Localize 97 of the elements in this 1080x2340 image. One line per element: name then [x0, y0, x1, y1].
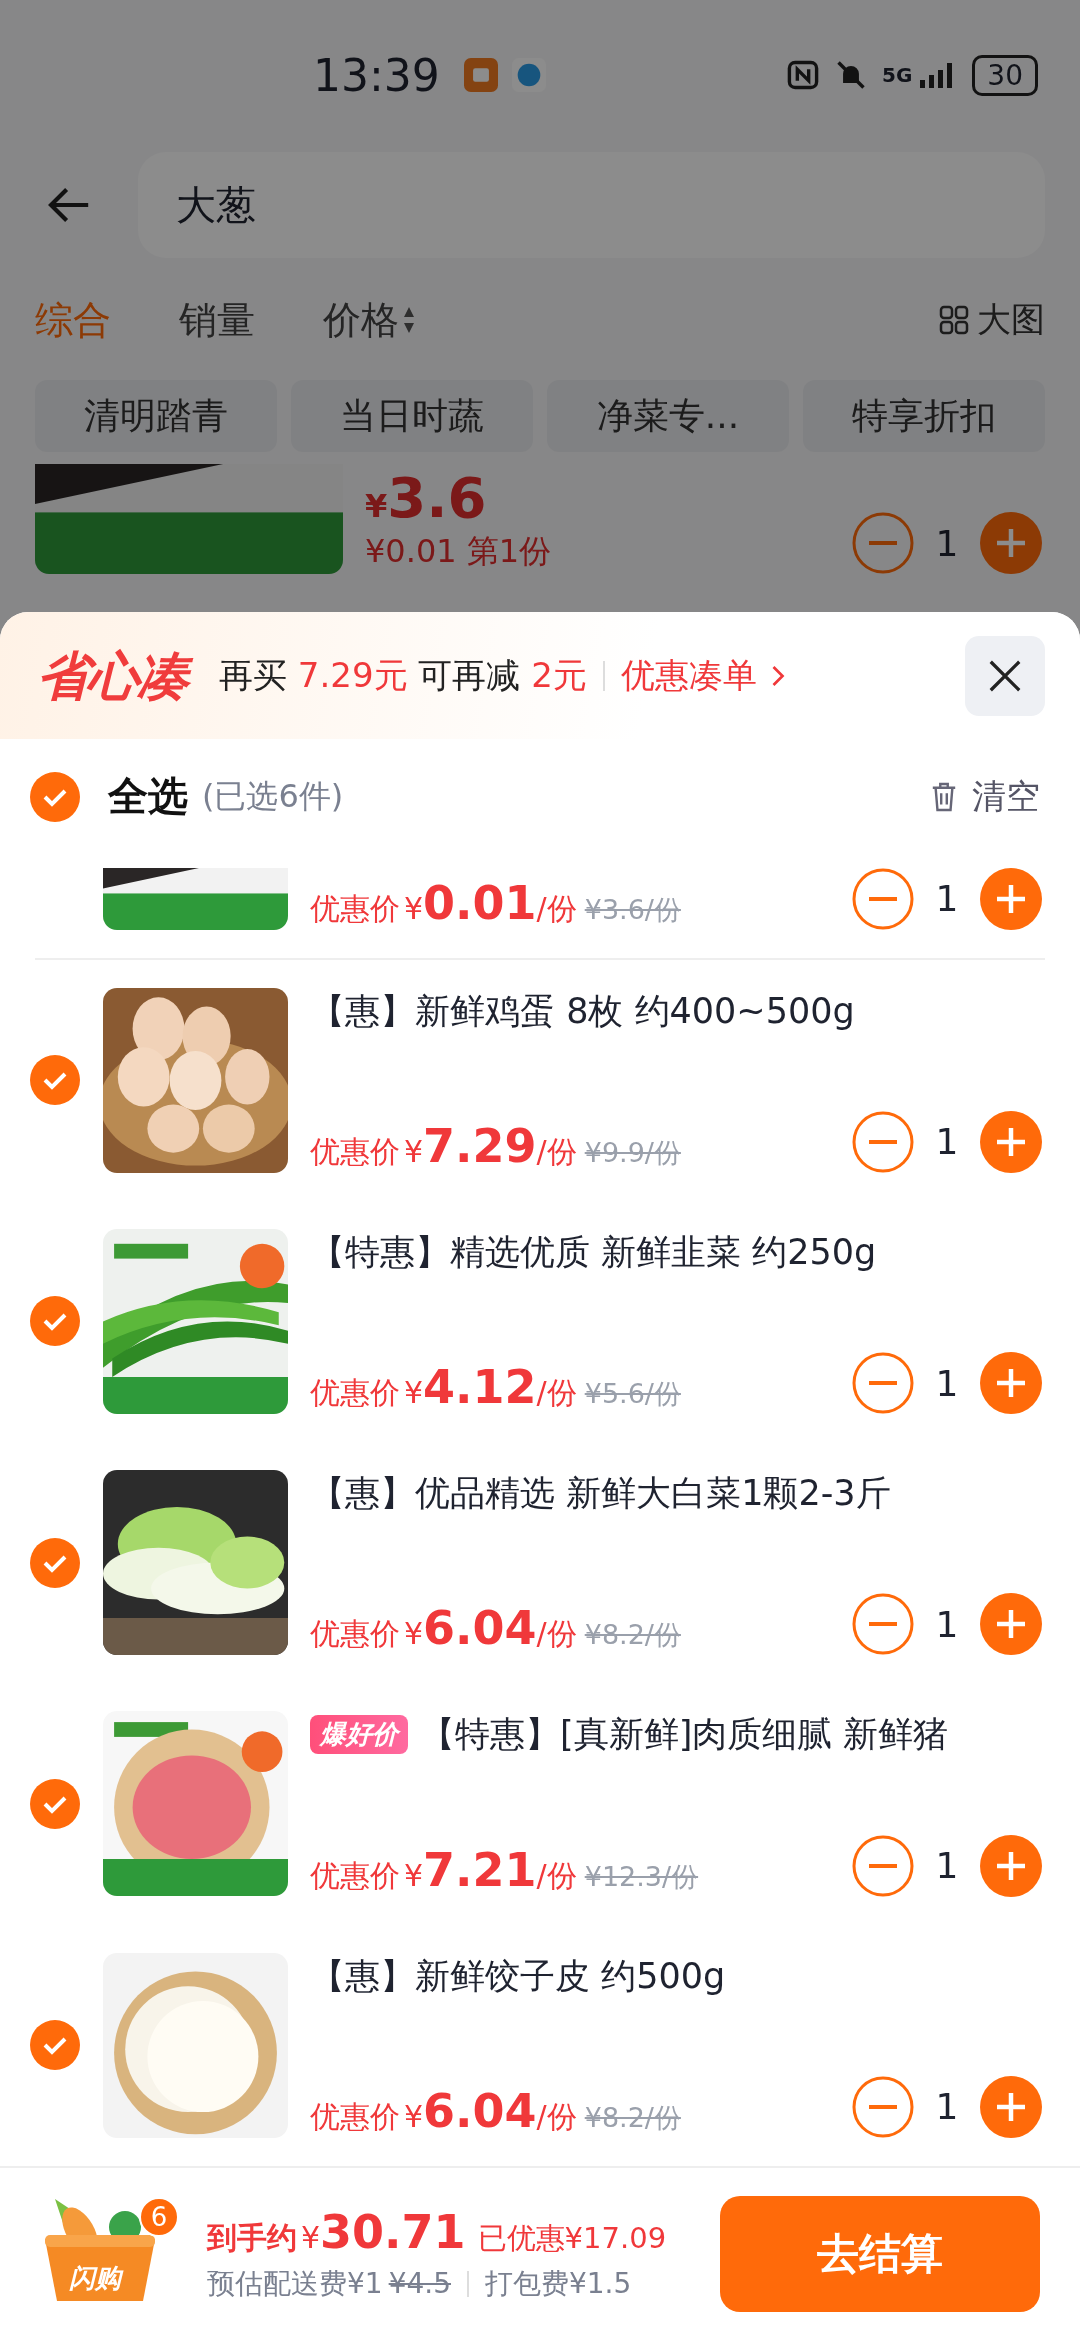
coupon-link[interactable]: 优惠凑单 — [620, 652, 757, 699]
minus-icon[interactable] — [852, 512, 914, 574]
minus-icon[interactable] — [852, 1593, 914, 1656]
original-price: ¥5.6/份 — [584, 1377, 681, 1412]
clear-button[interactable]: 清空 — [972, 773, 1040, 820]
sort-tab[interactable]: 价格 — [323, 294, 415, 346]
first-item-price: ¥0.01 第1份 — [365, 530, 552, 572]
price-label: 优惠价 — [310, 1374, 400, 1413]
product-title[interactable]: 【惠】优品精选 新鲜大白菜1颗2-3斤 — [310, 1470, 891, 1518]
sort-tab[interactable]: 销量 — [179, 294, 255, 346]
currency-sign: ¥ — [404, 1375, 424, 1411]
plus-icon[interactable] — [980, 1110, 1042, 1173]
minus-icon[interactable] — [852, 1352, 914, 1415]
filter-chip[interactable]: 净菜专... — [547, 380, 789, 452]
quantity: 1 — [934, 1121, 960, 1163]
delivery-fee: 预估配送费¥1 — [207, 2265, 383, 2302]
original-price: ¥3.6/份 — [584, 892, 681, 927]
battery-level: 30 — [972, 54, 1038, 96]
quantity: 1 — [934, 1603, 960, 1645]
status-time: 13:39 — [313, 49, 440, 101]
cart-count-badge: 6 — [139, 2196, 179, 2237]
plus-icon[interactable] — [980, 867, 1042, 930]
item-checkbox[interactable] — [30, 1537, 80, 1588]
close-button[interactable] — [965, 635, 1045, 716]
original-price: ¥12.3/份 — [584, 1859, 699, 1894]
product-title[interactable]: 【特惠】精选优质 新鲜韭菜 约250g — [310, 1228, 877, 1276]
plus-icon[interactable] — [980, 512, 1042, 574]
currency-sign: ¥ — [404, 1133, 424, 1169]
price-label: 优惠价 — [310, 889, 400, 928]
price-label: 优惠价 — [310, 1615, 400, 1654]
currency-sign: ¥ — [404, 890, 424, 926]
plus-icon[interactable] — [980, 1593, 1042, 1656]
minus-icon[interactable] — [852, 2075, 914, 2138]
deal-badge: 爆好价 — [310, 1715, 408, 1755]
original-price: ¥9.9/份 — [584, 1135, 681, 1170]
price-unit: /份 — [536, 1375, 577, 1413]
item-checkbox[interactable] — [30, 2020, 80, 2071]
price-unit: /份 — [536, 2098, 577, 2136]
view-toggle[interactable]: 大图 — [977, 297, 1045, 343]
app-notification-icon — [463, 58, 498, 92]
filter-chip[interactable]: 特享折扣 — [803, 380, 1045, 452]
checkout-button[interactable]: 去结算 — [720, 2195, 1040, 2312]
promo-text: 再买 7.29元 可再减 2元 — [219, 653, 587, 697]
original-price: ¥8.2/份 — [584, 2100, 681, 2135]
currency-sign: ¥ — [404, 1857, 424, 1893]
price-label: 优惠价 — [310, 1132, 400, 1171]
quantity: 1 — [934, 522, 960, 564]
item-checkbox[interactable] — [30, 1296, 80, 1347]
sort-arrows-icon[interactable] — [403, 305, 415, 335]
product-title[interactable]: 【特惠】[真新鲜]肉质细腻 新鲜猪 — [420, 1711, 949, 1759]
price: 7.29 — [423, 1118, 537, 1173]
price: 0.01 — [423, 875, 537, 930]
price: 6.04 — [423, 1601, 537, 1656]
original-delivery-fee: ¥4.5 — [388, 2267, 451, 2301]
filter-chip[interactable]: 当日时蔬 — [291, 380, 533, 452]
select-all-checkbox[interactable] — [30, 771, 80, 822]
quantity: 1 — [934, 878, 960, 920]
nfc-icon — [786, 58, 820, 92]
price-unit: /份 — [536, 1133, 577, 1171]
plus-icon[interactable] — [980, 2075, 1042, 2138]
minus-icon[interactable] — [852, 1834, 914, 1897]
filter-chip[interactable]: 清明踏青 — [35, 380, 277, 452]
total-price: 30.71 — [320, 2204, 466, 2259]
currency-sign: ¥ — [404, 1616, 424, 1652]
quantity: 1 — [934, 1362, 960, 1404]
currency-sign: ¥ — [301, 2219, 321, 2255]
packing-fee: 打包费¥1.5 — [485, 2265, 632, 2302]
grid-icon[interactable] — [939, 305, 969, 335]
plus-icon[interactable] — [980, 1352, 1042, 1415]
saved-amount: 已优惠¥17.09 — [477, 2219, 667, 2257]
product-title[interactable]: 【惠】新鲜鸡蛋 8枚 约400~500g — [310, 987, 855, 1035]
quantity: 1 — [934, 2086, 960, 2128]
price-unit: /份 — [536, 890, 577, 928]
product-title[interactable]: 【惠】新鲜饺子皮 约500g — [310, 1952, 726, 2000]
plus-icon[interactable] — [980, 1834, 1042, 1897]
price-label: 优惠价 — [310, 2097, 400, 2136]
price: 6.04 — [423, 2083, 537, 2138]
search-field[interactable]: 大葱 — [138, 152, 1045, 258]
price-unit: /份 — [536, 1616, 577, 1654]
minus-icon[interactable] — [852, 867, 914, 930]
selected-count: (已选6件) — [202, 775, 344, 817]
currency-sign: ¥ — [404, 2098, 424, 2134]
quantity: 1 — [934, 1845, 960, 1886]
price-unit: /份 — [536, 1857, 577, 1895]
item-checkbox[interactable] — [30, 1778, 80, 1829]
network-label: 5G — [882, 63, 913, 87]
total-label: 到手约 — [207, 2218, 297, 2257]
logo: 省心凑 — [33, 638, 201, 713]
original-price: ¥8.2/份 — [584, 1618, 681, 1653]
price: 4.12 — [423, 1360, 537, 1415]
price-label: 优惠价 — [310, 1856, 400, 1895]
trash-icon[interactable] — [930, 780, 958, 813]
item-checkbox[interactable] — [30, 1055, 80, 1106]
product-price: ¥3.6 — [365, 464, 488, 530]
select-all-label[interactable]: 全选 — [108, 769, 188, 825]
minus-icon[interactable] — [852, 1110, 914, 1173]
price: 7.21 — [423, 1842, 537, 1897]
